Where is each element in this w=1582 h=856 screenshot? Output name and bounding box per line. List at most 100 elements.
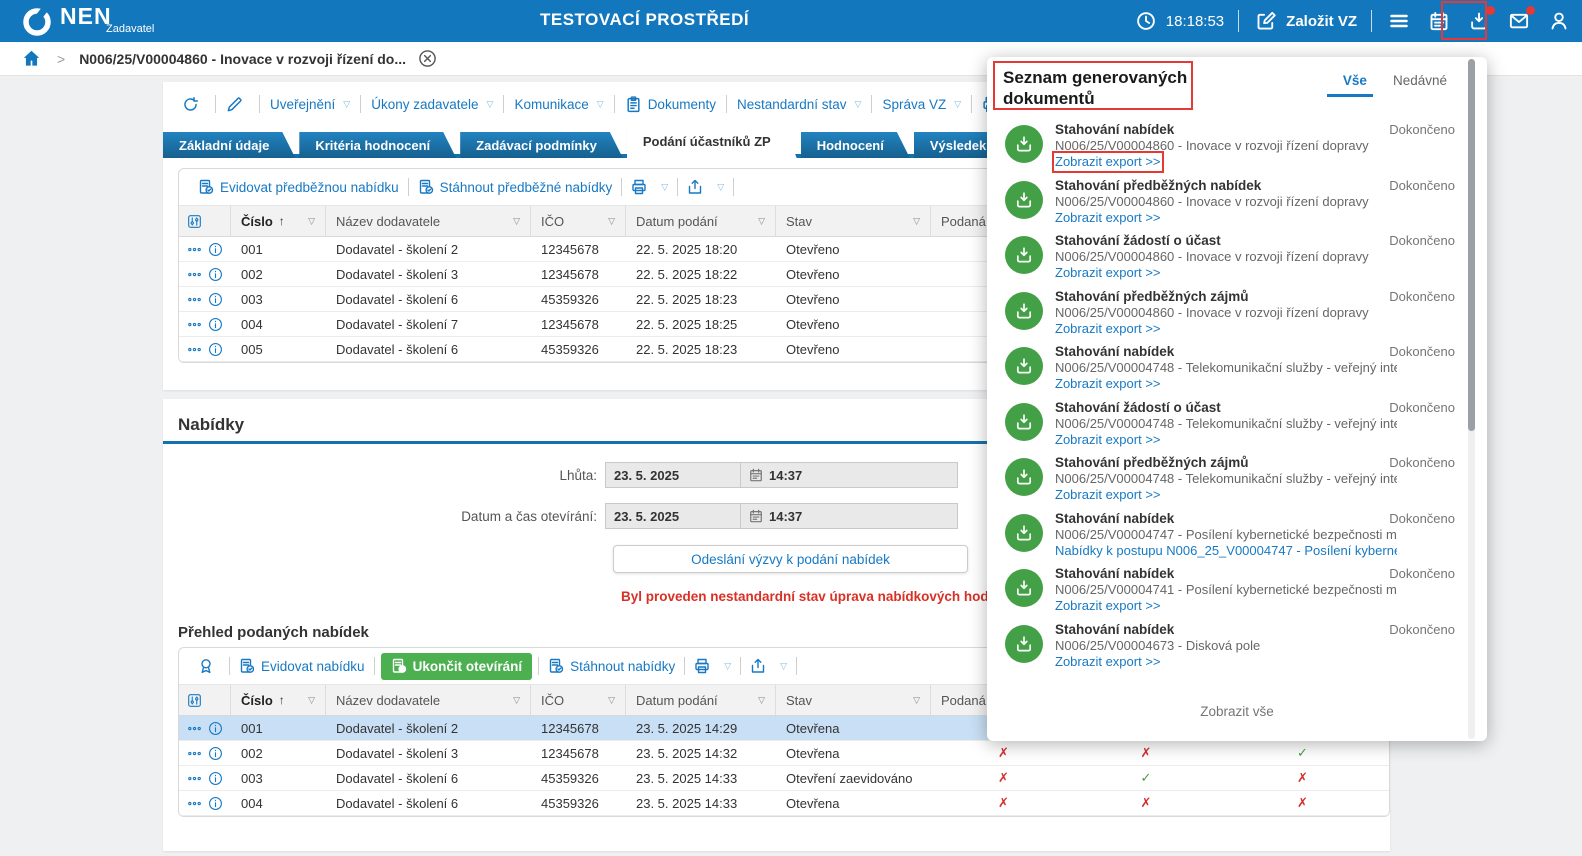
row-menu-icon[interactable] <box>187 242 202 257</box>
info-icon[interactable] <box>208 267 223 282</box>
generated-document-item[interactable]: Stahování nabídek N006/25/V00004673 - Di… <box>987 621 1487 677</box>
table-toolbar-button[interactable]: Stáhnout předběžné nabídky ▽ <box>409 179 622 195</box>
row-menu-icon[interactable] <box>187 721 202 736</box>
nen-logo[interactable]: NEN Zadavatel <box>22 5 154 37</box>
date-field[interactable]: 23. 5. 2025 <box>605 462 740 488</box>
tab[interactable]: Základní údaje <box>163 132 295 158</box>
column-nazev[interactable]: Název dodavatele <box>336 214 440 229</box>
filter-icon[interactable]: ▽ <box>308 216 315 227</box>
show-export-link[interactable]: Zobrazit export >> <box>1055 321 1161 337</box>
generated-document-item[interactable]: Stahování žádostí o účast N006/25/V00004… <box>987 399 1487 455</box>
create-vz-button[interactable]: Založit VZ <box>1253 8 1357 34</box>
row-menu-icon[interactable] <box>187 771 202 786</box>
generated-document-item[interactable]: Stahování nabídek N006/25/V00004741 - Po… <box>987 565 1487 621</box>
generated-document-item[interactable]: Stahování nabídek N006/25/V00004748 - Te… <box>987 343 1487 399</box>
row-menu-icon[interactable] <box>187 292 202 307</box>
popup-scrollbar[interactable] <box>1468 59 1475 739</box>
generated-document-item[interactable]: Stahování předběžných zájmů N006/25/V000… <box>987 454 1487 510</box>
info-icon[interactable] <box>208 721 223 736</box>
column-podana[interactable]: Podaná <box>941 214 986 229</box>
show-export-link[interactable]: Zobrazit export >> <box>1055 432 1161 448</box>
table-toolbar-button[interactable]: ▽ <box>678 179 733 195</box>
row-menu-icon[interactable] <box>187 267 202 282</box>
date-field[interactable]: 23. 5. 2025 <box>605 503 740 529</box>
toolbar-item[interactable]: ▽ <box>216 96 259 113</box>
table-toolbar-button[interactable]: ▽ <box>189 658 229 674</box>
table-toolbar-button[interactable]: Stáhnout nabídky ▽ <box>539 658 684 674</box>
show-export-link[interactable]: Nabídky k postupu N006_25_V00004747 - Po… <box>1055 543 1397 559</box>
show-export-link[interactable]: Zobrazit export >> <box>1055 210 1161 226</box>
show-export-link[interactable]: Zobrazit export >> <box>1055 376 1161 392</box>
generated-documents-icon[interactable] <box>1466 8 1492 34</box>
filter-icon[interactable]: ▽ <box>513 695 520 706</box>
show-export-link[interactable]: Zobrazit export >> <box>1055 654 1161 670</box>
filter-icon[interactable]: ▽ <box>913 216 920 227</box>
toolbar-item[interactable]: ▽ <box>172 96 215 113</box>
generated-document-item[interactable]: Stahování předběžných zájmů N006/25/V000… <box>987 288 1487 344</box>
table-toolbar-button[interactable]: Ukončit otevírání ▽ <box>381 653 533 680</box>
row-menu-icon[interactable] <box>187 746 202 761</box>
generated-document-item[interactable]: Stahování nabídek N006/25/V00004747 - Po… <box>987 510 1487 566</box>
column-stav[interactable]: Stav <box>786 693 812 708</box>
toolbar-item[interactable]: Správa VZ ▽ <box>872 97 971 112</box>
time-field[interactable]: 14:37 <box>740 503 958 529</box>
toolbar-item[interactable]: Komunikace ▽ <box>504 97 613 112</box>
show-all-link[interactable]: Zobrazit vše <box>987 704 1487 719</box>
tab[interactable]: Podání účastníků ZP <box>627 125 797 158</box>
show-export-link[interactable]: Zobrazit export >> <box>1055 598 1161 614</box>
tab[interactable]: Hodnocení <box>801 132 910 158</box>
scrollbar-thumb[interactable] <box>1468 59 1475 431</box>
home-icon[interactable] <box>22 49 41 68</box>
user-profile-icon[interactable] <box>1546 8 1572 34</box>
popup-tab[interactable]: Vše <box>1343 73 1367 88</box>
send-call-for-tenders-button[interactable]: Odeslání výzvy k podání nabídek <box>613 545 968 573</box>
column-datum[interactable]: Datum podání <box>636 693 718 708</box>
close-tab-icon[interactable] <box>418 49 437 68</box>
toolbar-item[interactable]: Dokumenty ▽ <box>615 96 726 113</box>
filter-icon[interactable]: ▽ <box>913 695 920 706</box>
row-menu-icon[interactable] <box>187 796 202 811</box>
tab[interactable]: Kritéria hodnocení <box>299 132 456 158</box>
toolbar-item[interactable]: Nestandardní stav ▽ <box>727 97 871 112</box>
info-icon[interactable] <box>208 242 223 257</box>
messages-icon[interactable] <box>1506 8 1532 34</box>
breadcrumb-item[interactable]: N006/25/V00004860 - Inovace v rozvoji ří… <box>79 51 406 67</box>
table-row[interactable]: 003 Dodavatel - školení 6 45359326 23. 5… <box>179 766 1389 791</box>
time-field[interactable]: 14:37 <box>740 462 958 488</box>
table-toolbar-button[interactable]: ▽ <box>685 658 740 674</box>
table-row[interactable]: 004 Dodavatel - školení 6 45359326 23. 5… <box>179 791 1389 816</box>
column-settings-icon[interactable] <box>187 693 202 708</box>
filter-icon[interactable]: ▽ <box>513 216 520 227</box>
info-icon[interactable] <box>208 771 223 786</box>
generated-document-item[interactable]: Stahování žádostí o účast N006/25/V00004… <box>987 232 1487 288</box>
calendar-icon[interactable] <box>1426 8 1452 34</box>
column-nazev[interactable]: Název dodavatele <box>336 693 440 708</box>
table-row[interactable]: 002 Dodavatel - školení 3 12345678 23. 5… <box>179 741 1389 766</box>
row-menu-icon[interactable] <box>187 317 202 332</box>
popup-tab[interactable]: Nedávné <box>1393 73 1447 88</box>
table-toolbar-button[interactable]: Evidovat předběžnou nabídku ▽ <box>189 179 408 195</box>
show-export-link[interactable]: Zobrazit export >> <box>1055 265 1161 281</box>
column-ico[interactable]: IČO <box>541 693 564 708</box>
info-icon[interactable] <box>208 796 223 811</box>
column-datum[interactable]: Datum podání <box>636 214 718 229</box>
filter-icon[interactable]: ▽ <box>758 216 765 227</box>
filter-icon[interactable]: ▽ <box>608 216 615 227</box>
menu-icon[interactable] <box>1386 8 1412 34</box>
column-cislo[interactable]: Číslo <box>241 693 273 708</box>
generated-document-item[interactable]: Stahování nabídek N006/25/V00004860 - In… <box>987 121 1487 177</box>
column-podana[interactable]: Podaná <box>941 693 986 708</box>
table-toolbar-button[interactable]: ▽ <box>622 179 677 195</box>
info-icon[interactable] <box>208 342 223 357</box>
toolbar-item[interactable]: Úkony zadavatele ▽ <box>361 97 503 112</box>
show-export-link[interactable]: Zobrazit export >> <box>1055 154 1161 170</box>
table-toolbar-button[interactable]: ▽ <box>741 658 796 674</box>
filter-icon[interactable]: ▽ <box>608 695 615 706</box>
info-icon[interactable] <box>208 317 223 332</box>
column-ico[interactable]: IČO <box>541 214 564 229</box>
filter-icon[interactable]: ▽ <box>308 695 315 706</box>
toolbar-item[interactable]: Uveřejnění ▽ <box>260 97 360 112</box>
table-toolbar-button[interactable]: Evidovat nabídku ▽ <box>230 658 374 674</box>
tab[interactable]: Zadávací podmínky <box>460 132 623 158</box>
column-cislo[interactable]: Číslo <box>241 214 273 229</box>
